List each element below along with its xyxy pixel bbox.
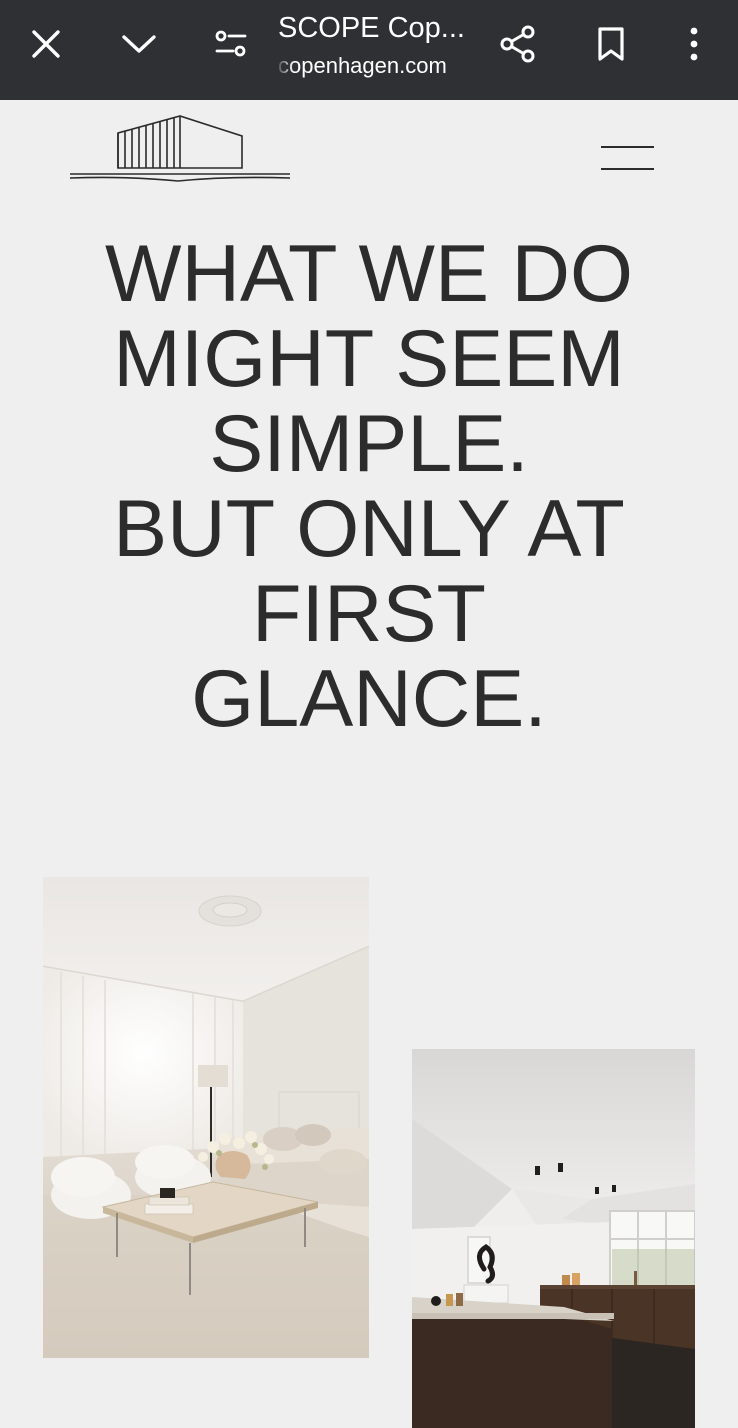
hamburger-menu-icon[interactable] xyxy=(594,136,660,180)
menu-line-top xyxy=(601,146,654,148)
browser-toolbar: SCOPE Cop... copenhagen.com xyxy=(0,0,738,100)
page-url[interactable]: copenhagen.com xyxy=(278,52,476,80)
chevron-down-icon[interactable] xyxy=(111,16,167,72)
headline-line: SIMPLE. xyxy=(209,399,529,489)
building-logo[interactable] xyxy=(68,112,294,186)
bookmark-icon[interactable] xyxy=(583,16,639,72)
tune-icon[interactable] xyxy=(203,16,259,72)
more-vert-icon[interactable] xyxy=(666,16,722,72)
bright-living-room-photo[interactable] xyxy=(43,877,369,1358)
hero-headline: WHAT WE DO MIGHT SEEM SIMPLE. BUT ONLY A… xyxy=(40,232,698,742)
page-title[interactable]: SCOPE Cop... xyxy=(278,10,478,46)
attic-kitchen-photo[interactable] xyxy=(412,1049,695,1428)
page-url-text: copenhagen.com xyxy=(278,53,447,78)
share-icon[interactable] xyxy=(490,16,546,72)
headline-line: FIRST xyxy=(252,569,486,659)
page: SCOPE Cop... copenhagen.com WHAT WE DO M… xyxy=(0,0,738,1428)
close-icon[interactable] xyxy=(18,16,74,72)
headline-line: WHAT WE DO xyxy=(105,229,633,319)
headline-line: BUT ONLY AT xyxy=(113,484,625,574)
headline-line: GLANCE. xyxy=(191,654,547,744)
headline-line: MIGHT SEEM xyxy=(113,314,625,404)
menu-line-bottom xyxy=(601,168,654,170)
